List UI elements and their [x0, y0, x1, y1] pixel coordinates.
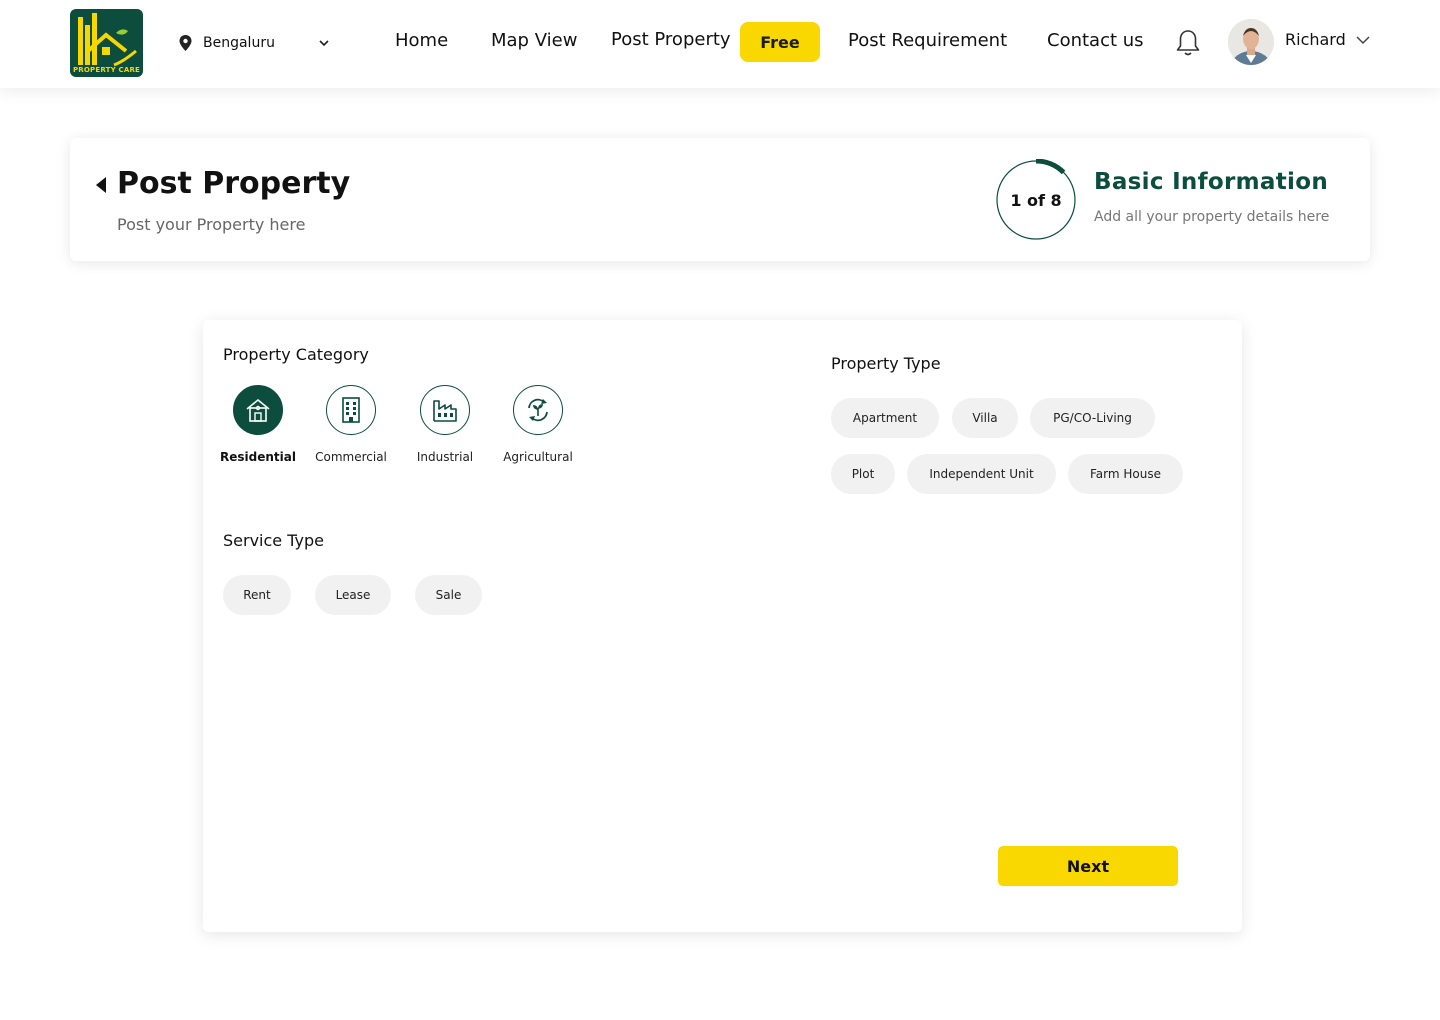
nav-map-view[interactable]: Map View: [491, 30, 577, 51]
property-type-villa[interactable]: Villa: [952, 398, 1018, 438]
free-badge[interactable]: Free: [740, 22, 820, 62]
property-care-logo[interactable]: PROPERTY CARE: [70, 9, 143, 77]
property-form-card: Property Category Residential Commercial: [203, 320, 1242, 932]
factory-icon: [420, 385, 470, 435]
chevron-down-icon[interactable]: [1356, 34, 1370, 46]
property-category-label: Property Category: [223, 345, 369, 364]
property-type-independent-unit[interactable]: Independent Unit: [907, 454, 1056, 494]
house-icon: [233, 385, 283, 435]
page-header-card: Post Property Post your Property here 1 …: [70, 138, 1370, 261]
plant-icon: [513, 385, 563, 435]
category-option-industrial[interactable]: Industrial: [405, 385, 485, 464]
nav-post-requirement[interactable]: Post Requirement: [848, 30, 1007, 51]
step-subtitle: Add all your property details here: [1094, 209, 1330, 225]
office-building-icon: [326, 385, 376, 435]
category-option-residential[interactable]: Residential: [218, 385, 298, 464]
service-type-label: Service Type: [223, 531, 324, 550]
nav-post-property[interactable]: Post Property: [611, 29, 731, 50]
category-label: Residential: [220, 450, 296, 464]
service-type-sale[interactable]: Sale: [415, 575, 482, 615]
property-type-plot[interactable]: Plot: [831, 454, 895, 494]
category-option-commercial[interactable]: Commercial: [311, 385, 391, 464]
location-name: Bengaluru: [203, 35, 275, 51]
property-type-label: Property Type: [831, 354, 941, 373]
user-avatar[interactable]: [1228, 19, 1274, 65]
logo-text: PROPERTY CARE: [72, 66, 141, 74]
back-arrow-icon[interactable]: [94, 174, 108, 196]
bell-icon[interactable]: [1174, 28, 1202, 58]
step-title: Basic Information: [1094, 169, 1328, 195]
category-label: Commercial: [315, 450, 387, 464]
nav-home[interactable]: Home: [395, 30, 448, 51]
user-name[interactable]: Richard: [1285, 30, 1346, 49]
property-type-farm-house[interactable]: Farm House: [1068, 454, 1183, 494]
top-navigation-bar: PROPERTY CARE Bengaluru Home Map View Po…: [0, 0, 1440, 88]
step-counter: 1 of 8: [1010, 190, 1062, 210]
page-subtitle: Post your Property here: [117, 215, 306, 234]
category-label: Industrial: [416, 450, 474, 464]
chevron-down-icon: [319, 40, 329, 47]
page-title: Post Property: [117, 166, 351, 201]
property-type-pg-co-living[interactable]: PG/CO-Living: [1030, 398, 1155, 438]
property-type-apartment[interactable]: Apartment: [831, 398, 939, 438]
nav-contact-us[interactable]: Contact us: [1047, 30, 1144, 51]
service-type-lease[interactable]: Lease: [315, 575, 391, 615]
location-selector[interactable]: Bengaluru: [178, 30, 329, 56]
avatar-image: [1228, 19, 1274, 65]
category-option-agricultural[interactable]: Agricultural: [498, 385, 578, 464]
category-label: Agricultural: [503, 450, 573, 464]
location-pin-icon: [179, 35, 192, 51]
next-button[interactable]: Next: [998, 846, 1178, 886]
service-type-rent[interactable]: Rent: [223, 575, 291, 615]
